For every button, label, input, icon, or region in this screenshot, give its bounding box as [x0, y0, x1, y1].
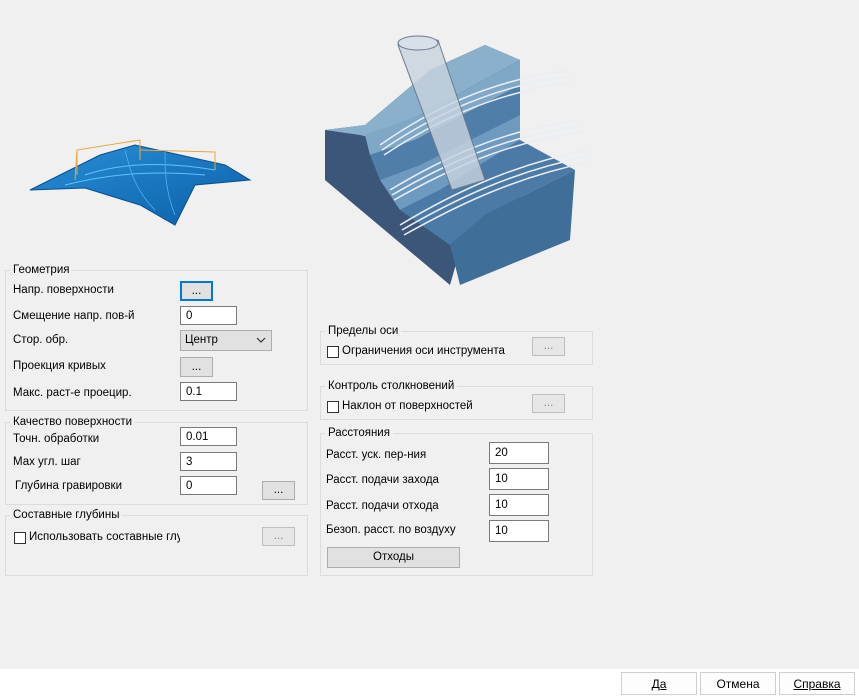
max-angle-label: Мах угл. шаг: [13, 456, 81, 468]
multi-depth-group-title: Составные глубины: [13, 509, 120, 521]
curve-projection-label: Проекция кривых: [13, 360, 106, 372]
geometry-group-title: Геометрия: [13, 264, 70, 276]
help-button[interactable]: Справка: [779, 672, 855, 695]
rapid-distance-input[interactable]: [489, 442, 549, 464]
cancel-button[interactable]: Отмена: [700, 672, 776, 695]
axis-limits-group-title: Пределы оси: [328, 325, 399, 337]
accuracy-input[interactable]: [180, 427, 237, 446]
help-button-label: Справка: [793, 677, 841, 691]
engrave-depth-button[interactable]: ...: [262, 481, 295, 500]
use-multi-depth-label: Использовать составные глуб: [29, 531, 180, 543]
use-multi-depth-checkbox[interactable]: [14, 532, 26, 544]
curve-projection-button[interactable]: ...: [180, 357, 213, 377]
collision-group-title: Контроль столкновений: [328, 380, 455, 392]
engrave-depth-input[interactable]: [180, 476, 237, 495]
offset-input[interactable]: [180, 306, 237, 325]
safe-distance-label: Безоп. расст. по воздуху: [326, 524, 456, 536]
side-select-value: Центр: [185, 334, 218, 346]
tilt-from-surfaces-label: Наклон от поверхностей: [342, 400, 473, 412]
surface-direction-button[interactable]: ...: [180, 281, 213, 301]
chevron-down-icon: [256, 337, 266, 343]
distances-group-title: Расстояния: [328, 427, 390, 439]
lead-out-distance-label: Расст. подачи отхода: [326, 500, 439, 512]
tilt-from-surfaces-checkbox[interactable]: [327, 401, 339, 413]
lead-in-distance-input[interactable]: [489, 468, 549, 490]
retracts-button[interactable]: Отходы: [327, 547, 460, 568]
lead-in-distance-label: Расст. подачи захода: [326, 474, 439, 486]
max-projection-label: Макс. раст-е проецир.: [13, 387, 132, 399]
lead-out-distance-input[interactable]: [489, 494, 549, 516]
accuracy-label: Точн. обработки: [13, 433, 100, 445]
max-angle-input[interactable]: [180, 452, 237, 471]
tool-axis-limits-label: Ограничения оси инструмента: [342, 345, 505, 357]
surface-direction-label: Напр. поверхности: [13, 284, 114, 296]
ok-button-label: Да: [651, 677, 667, 691]
tool-axis-limits-checkbox[interactable]: [327, 346, 339, 358]
multi-depth-button[interactable]: ...: [262, 527, 295, 546]
safe-distance-input[interactable]: [489, 520, 549, 542]
tool-axis-illustration: [325, 35, 591, 285]
ok-button[interactable]: Да: [621, 672, 697, 695]
side-label: Стор. обр.: [13, 334, 69, 346]
axis-limits-button[interactable]: ...: [532, 337, 565, 356]
collision-button[interactable]: ...: [532, 394, 565, 413]
rapid-distance-label: Расст. уск. пер-ния: [326, 449, 427, 461]
offset-label: Смещение напр. пов-й: [13, 310, 135, 322]
quality-group-title: Качество поверхности: [13, 416, 133, 428]
surface-projection-illustration: [29, 139, 252, 226]
engrave-depth-label: Глубина гравировки: [15, 480, 122, 492]
max-projection-input[interactable]: [180, 382, 237, 401]
side-select[interactable]: Центр: [180, 330, 272, 351]
